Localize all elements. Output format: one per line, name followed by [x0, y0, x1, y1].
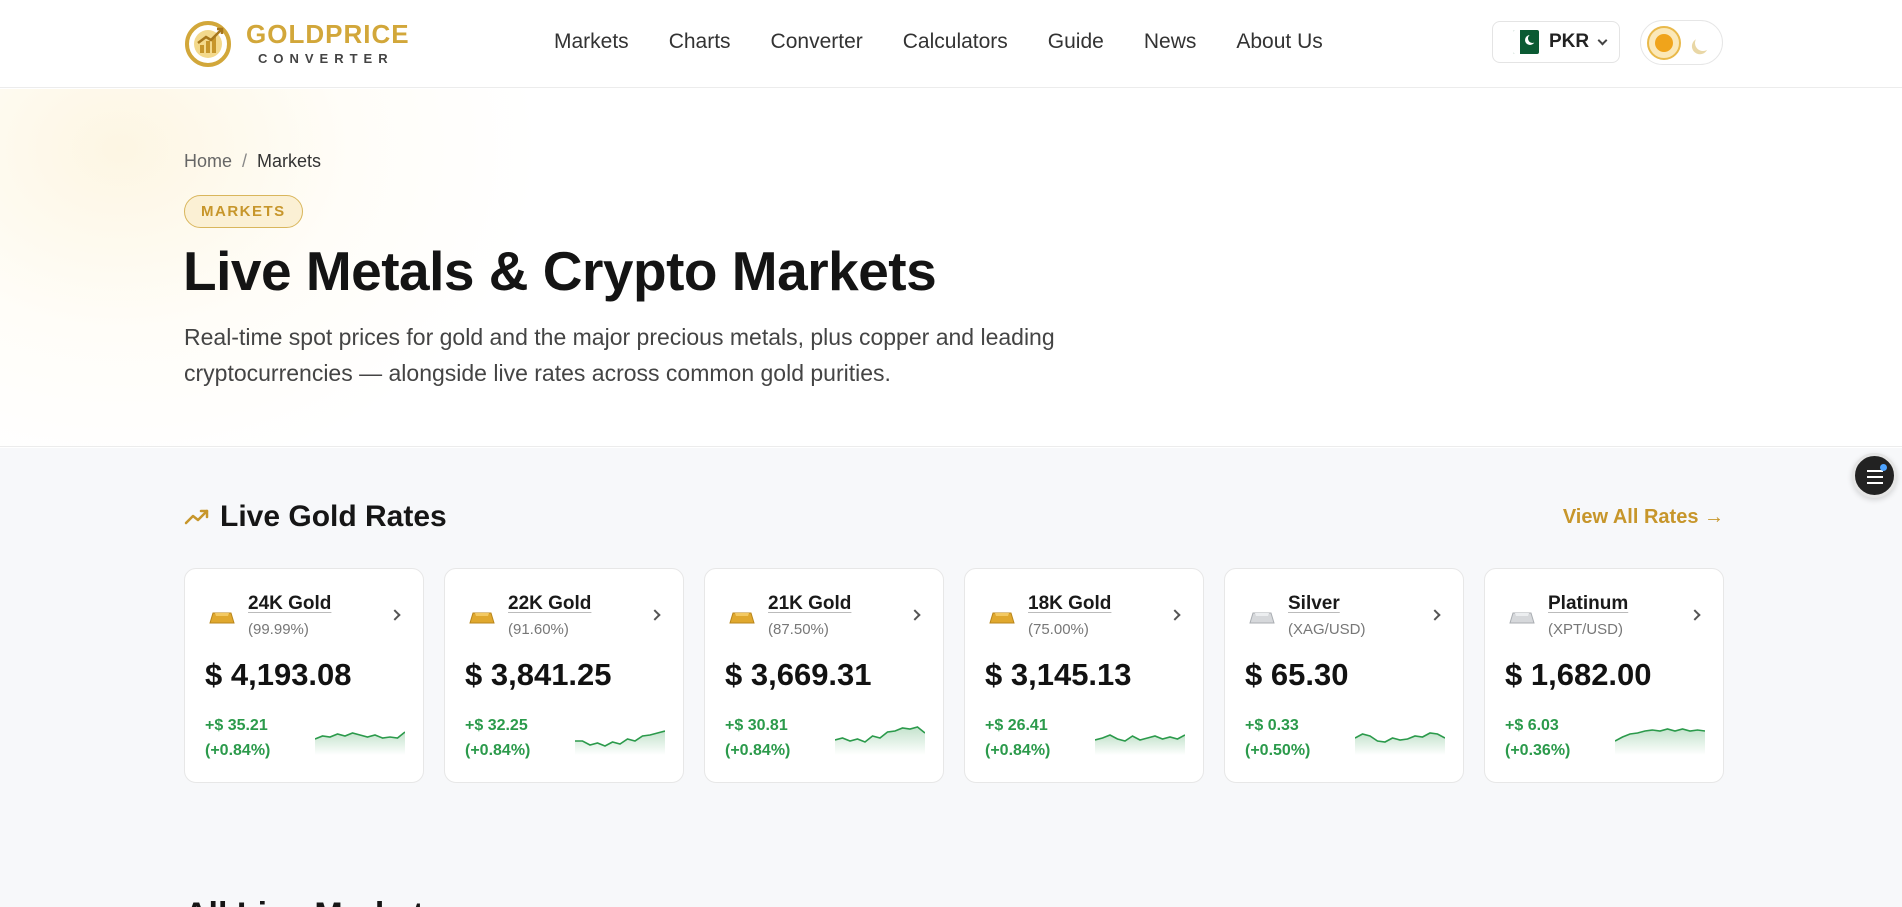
section-title: Live Gold Rates — [220, 500, 447, 533]
nav-about-us[interactable]: About Us — [1236, 29, 1322, 55]
price-change: +$ 30.81 (+0.84%) — [725, 713, 790, 763]
chevron-right-icon[interactable] — [389, 609, 401, 621]
metal-purity: (XAG/USD) — [1288, 621, 1366, 638]
moon-icon[interactable] — [1693, 33, 1714, 54]
currency-code: PKR — [1549, 31, 1590, 52]
breadcrumb-separator: / — [242, 151, 248, 171]
rate-card[interactable]: 21K Gold (87.50%) $ 3,669.31 +$ 30.81 (+… — [704, 568, 944, 783]
metal-price: $ 1,682.00 — [1505, 657, 1652, 692]
price-change: +$ 26.41 (+0.84%) — [985, 713, 1050, 763]
breadcrumb-home[interactable]: Home — [184, 151, 232, 171]
price-change-amount: +$ 30.81 — [725, 717, 788, 734]
rate-card[interactable]: Silver (XAG/USD) $ 65.30 +$ 0.33 (+0.50%… — [1224, 568, 1464, 783]
gold-bar-icon — [989, 612, 1015, 624]
section-badge: MARKETS — [184, 195, 303, 228]
rate-card[interactable]: 24K Gold (99.99%) $ 4,193.08 +$ 35.21 (+… — [184, 568, 424, 783]
nav-calculators[interactable]: Calculators — [903, 29, 1008, 55]
page-description: Real-time spot prices for gold and the m… — [184, 324, 1055, 386]
metal-price: $ 3,145.13 — [985, 657, 1132, 692]
gold-bar-icon — [729, 612, 755, 624]
site-header: GOLDPRICE CONVERTER Markets Charts Conve… — [0, 0, 1902, 88]
price-change: +$ 0.33 (+0.50%) — [1245, 713, 1310, 763]
breadcrumb-current: Markets — [257, 151, 322, 171]
nav-converter[interactable]: Converter — [771, 29, 863, 55]
nav-news[interactable]: News — [1144, 29, 1197, 55]
price-change: +$ 32.25 (+0.84%) — [465, 713, 530, 763]
logo[interactable]: GOLDPRICE CONVERTER — [184, 18, 410, 68]
metal-purity: (XPT/USD) — [1548, 621, 1623, 638]
metal-name[interactable]: 21K Gold — [768, 593, 851, 615]
price-change-percent: (+0.84%) — [465, 742, 531, 759]
main-nav: Markets Charts Converter Calculators Gui… — [554, 29, 1363, 55]
sparkline-chart — [1355, 732, 1445, 755]
metal-price: $ 3,669.31 — [725, 657, 872, 692]
metal-name[interactable]: 18K Gold — [1028, 593, 1111, 615]
metal-name[interactable]: Platinum — [1548, 593, 1628, 615]
floating-menu-button[interactable] — [1852, 453, 1897, 498]
metal-name[interactable]: 22K Gold — [508, 593, 591, 615]
price-change-percent: (+0.50%) — [1245, 742, 1311, 759]
price-change-amount: +$ 26.41 — [985, 717, 1048, 734]
metal-purity: (87.50%) — [768, 621, 829, 638]
chevron-right-icon[interactable] — [909, 609, 921, 621]
sparkline-chart — [835, 726, 925, 755]
pakistan-flag-icon — [1513, 30, 1539, 54]
chevron-right-icon[interactable] — [1429, 609, 1441, 621]
price-change-amount: +$ 32.25 — [465, 717, 528, 734]
nav-markets[interactable]: Markets — [554, 29, 629, 55]
metal-name[interactable]: 24K Gold — [248, 593, 331, 615]
price-change: +$ 35.21 (+0.84%) — [205, 713, 270, 763]
rate-card[interactable]: 18K Gold (75.00%) $ 3,145.13 +$ 26.41 (+… — [964, 568, 1204, 783]
sparkline-area — [1615, 729, 1705, 755]
rate-card[interactable]: Platinum (XPT/USD) $ 1,682.00 +$ 6.03 (+… — [1484, 568, 1724, 783]
sun-icon[interactable] — [1647, 26, 1681, 60]
chevron-right-icon[interactable] — [649, 609, 661, 621]
logo-subtitle: CONVERTER — [258, 51, 394, 66]
gold-bar-icon — [469, 612, 495, 624]
notification-dot — [1880, 464, 1887, 471]
view-all-rates-link[interactable]: View All Rates → — [1563, 506, 1724, 529]
sparkline-chart — [575, 730, 665, 755]
chevron-down-icon — [1597, 35, 1608, 45]
sparkline-chart — [1095, 734, 1185, 755]
breadcrumb: Home / Markets — [184, 151, 321, 172]
trending-up-icon — [184, 509, 209, 525]
price-change-amount: +$ 6.03 — [1505, 717, 1559, 734]
price-change-amount: +$ 0.33 — [1245, 717, 1299, 734]
metal-purity: (91.60%) — [508, 621, 569, 638]
chevron-right-icon[interactable] — [1169, 609, 1181, 621]
logo-name: GOLDPRICE — [246, 19, 410, 49]
price-change-percent: (+0.36%) — [1505, 742, 1571, 759]
hero-section: Home / Markets MARKETS Live Metals & Crypt… — [0, 89, 1902, 447]
gold-bar-icon — [209, 612, 235, 624]
logo-coin-icon — [185, 21, 231, 67]
nav-guide[interactable]: Guide — [1048, 29, 1104, 55]
rate-cards: 24K Gold (99.99%) $ 4,193.08 +$ 35.21 (+… — [184, 568, 1724, 783]
live-rates-section: Live Gold Rates View All Rates → 24K Gol… — [0, 448, 1902, 907]
section-header: Live Gold Rates — [184, 500, 447, 534]
all-markets-title: All Live Markets — [184, 896, 443, 907]
metal-name[interactable]: Silver — [1288, 593, 1340, 615]
currency-selector[interactable]: PKR — [1492, 21, 1620, 63]
metal-price: $ 4,193.08 — [205, 657, 352, 692]
price-change: +$ 6.03 (+0.36%) — [1505, 713, 1570, 763]
silver-bar-icon — [1249, 612, 1275, 624]
metal-price: $ 3,841.25 — [465, 657, 612, 692]
metal-price: $ 65.30 — [1245, 657, 1349, 692]
rate-card[interactable]: 22K Gold (91.60%) $ 3,841.25 +$ 32.25 (+… — [444, 568, 684, 783]
sparkline-chart — [315, 731, 405, 755]
chevron-right-icon[interactable] — [1689, 609, 1701, 621]
page-title: Live Metals & Crypto Markets — [183, 240, 937, 302]
price-change-percent: (+0.84%) — [725, 742, 791, 759]
sparkline-chart — [1615, 728, 1705, 755]
price-change-percent: (+0.84%) — [205, 742, 271, 759]
silver-bar-icon — [1509, 612, 1535, 624]
metal-purity: (99.99%) — [248, 621, 309, 638]
theme-toggle[interactable] — [1640, 20, 1723, 65]
nav-charts[interactable]: Charts — [669, 29, 731, 55]
price-change-amount: +$ 35.21 — [205, 717, 268, 734]
metal-purity: (75.00%) — [1028, 621, 1089, 638]
price-change-percent: (+0.84%) — [985, 742, 1051, 759]
